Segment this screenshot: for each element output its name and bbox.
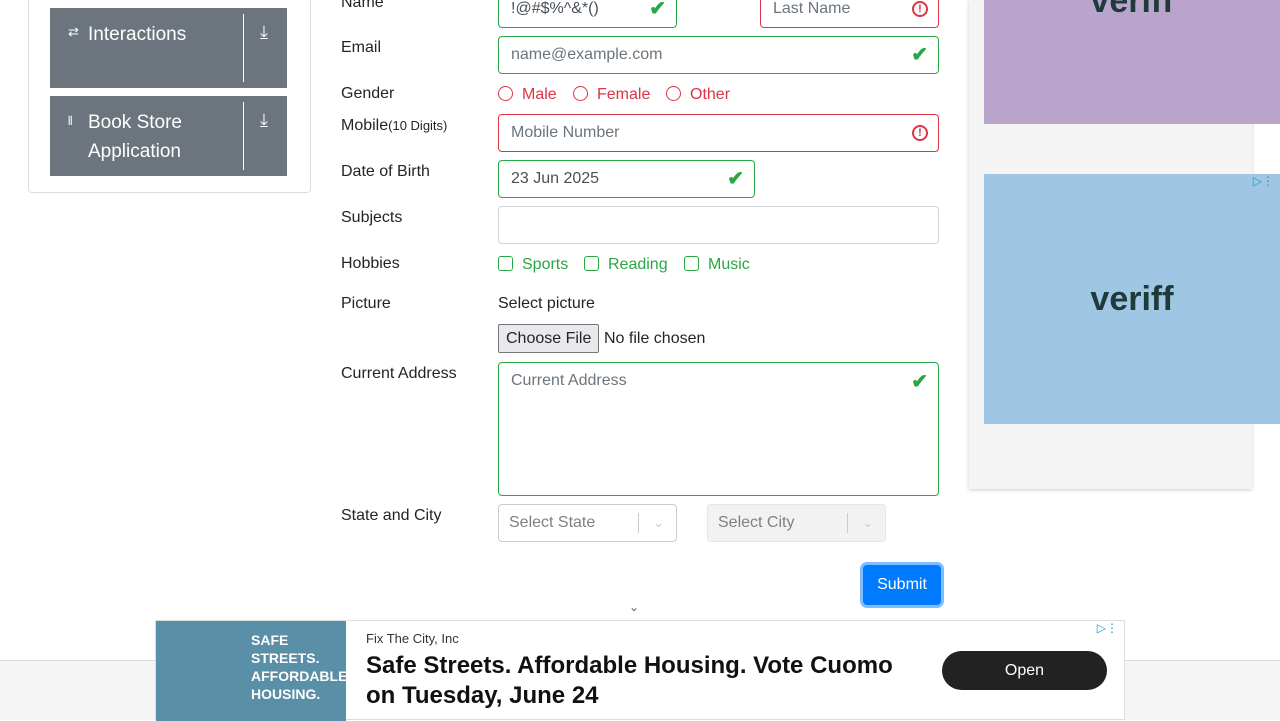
mobile-label-text: Mobile (341, 117, 389, 134)
bottom-ad[interactable]: SAFE STREETS. AFFORDABLE HOUSING. Fix Th… (155, 620, 1125, 721)
mobile-placeholder: Mobile Number (511, 124, 620, 141)
gender-male-radio[interactable]: Male (498, 86, 557, 104)
download-icon[interactable]: ⤓ (260, 110, 268, 131)
city-placeholder: Select City (718, 514, 795, 531)
error-icon: ! (912, 1, 928, 17)
email-input[interactable]: name@example.com ✔ (498, 36, 939, 74)
gender-label: Gender (341, 85, 395, 102)
radio-label: Female (597, 86, 651, 103)
ad-image-text: SAFE STREETS. AFFORDABLE HOUSING. (251, 632, 348, 702)
first-name-input[interactable]: !@#$%^&*() ✔ (498, 0, 677, 28)
last-name-input[interactable]: Last Name! (760, 0, 939, 28)
mobile-label: Mobile(10 Digits) (341, 117, 447, 135)
divider (243, 102, 244, 170)
divider (243, 14, 244, 82)
select-picture-label: Select picture (498, 295, 595, 312)
hobby-reading-checkbox[interactable]: Reading (584, 256, 668, 274)
state-city-label: State and City (341, 507, 442, 524)
dob-input[interactable]: 23 Jun 2025 ✔ (498, 160, 755, 198)
radio-label: Other (690, 86, 731, 103)
email-placeholder: name@example.com (511, 46, 663, 63)
state-select[interactable]: Select State ⌄ (498, 504, 677, 542)
address-textarea[interactable]: Current Address ✔ (498, 362, 939, 496)
chevron-down-icon: ⌄ (653, 515, 664, 530)
side-ad-main[interactable]: veriff ▷⋮ (984, 174, 1280, 424)
hobby-music-checkbox[interactable]: Music (684, 256, 750, 274)
ad-image: SAFE STREETS. AFFORDABLE HOUSING. (156, 621, 348, 721)
file-status: No file chosen (604, 330, 706, 347)
ad-headline[interactable]: Safe Streets. Affordable Housing. Vote C… (366, 651, 906, 711)
subjects-label: Subjects (341, 209, 403, 226)
sidebar-group-book-store[interactable]: 𝍪 Book Store Application ⤓ (50, 96, 287, 176)
subjects-input[interactable] (498, 206, 939, 244)
dob-label: Date of Birth (341, 163, 430, 180)
email-label: Email (341, 39, 382, 56)
group-label: Book Store Application (88, 112, 182, 162)
books-icon: 𝍪 (68, 113, 73, 128)
error-icon: ! (912, 125, 928, 141)
sidebar-group-interactions[interactable]: ⇄ Interactions ⤓ (50, 8, 287, 88)
city-select[interactable]: Select City ⌄ (707, 504, 886, 542)
adchoices-icon[interactable]: ▷⋮ (1097, 621, 1118, 635)
check-icon: ✔ (649, 0, 666, 20)
mobile-input[interactable]: Mobile Number! (498, 114, 939, 152)
swap-icon: ⇄ (68, 24, 79, 39)
checkbox-label: Sports (522, 256, 569, 273)
checkbox-label: Reading (608, 256, 668, 273)
check-icon: ✔ (911, 44, 928, 66)
mobile-hint: (10 Digits) (388, 118, 448, 133)
chevron-down-icon[interactable]: ⌄ (629, 600, 639, 614)
submit-button[interactable]: Submit (863, 565, 941, 605)
download-icon[interactable]: ⤓ (260, 22, 268, 43)
address-placeholder: Current Address (511, 372, 627, 389)
radio-label: Male (522, 86, 557, 103)
veriff-logo: veriff (1090, 280, 1174, 318)
choose-file-button[interactable]: Choose File (498, 324, 600, 353)
checkbox-label: Music (708, 256, 750, 273)
check-icon: ✔ (911, 371, 928, 393)
dob-value: 23 Jun 2025 (511, 170, 600, 187)
name-label: Name (341, 0, 384, 11)
adchoices-icon[interactable]: ▷⋮ (1253, 174, 1274, 188)
address-label: Current Address (341, 365, 457, 382)
chevron-down-icon: ⌄ (862, 515, 873, 530)
check-icon: ✔ (727, 168, 744, 190)
first-name-value: !@#$%^&*() (511, 0, 599, 17)
side-ad-top[interactable]: veriff (984, 0, 1280, 124)
gender-female-radio[interactable]: Female (573, 86, 650, 104)
hobbies-label: Hobbies (341, 255, 400, 272)
picture-label: Picture (341, 295, 391, 312)
group-label: Interactions (88, 24, 187, 45)
ad-advertiser: Fix The City, Inc (366, 631, 459, 646)
veriff-logo: veriff (1090, 0, 1174, 20)
ad-open-button[interactable]: Open (942, 651, 1107, 690)
state-placeholder: Select State (509, 514, 596, 531)
hobby-sports-checkbox[interactable]: Sports (498, 256, 568, 274)
gender-other-radio[interactable]: Other (666, 86, 730, 104)
last-name-placeholder: Last Name (773, 0, 851, 17)
